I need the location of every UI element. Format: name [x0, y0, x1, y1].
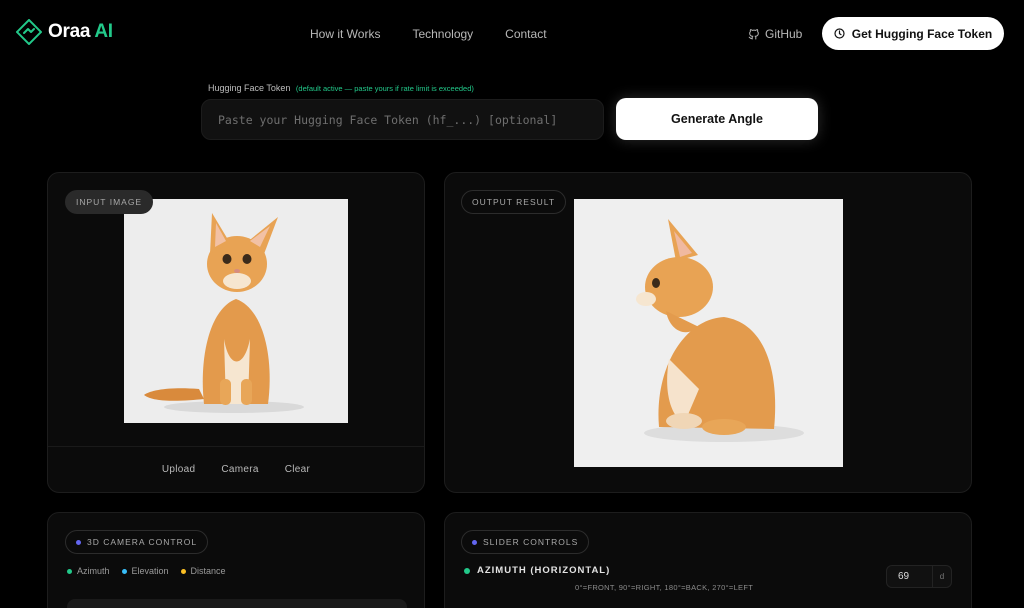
diamond-logo-icon: [16, 19, 42, 45]
output-result-panel: OUTPUT RESULT: [444, 172, 972, 493]
camera-control-badge: 3D CAMERA CONTROL: [65, 530, 209, 554]
token-input[interactable]: [201, 99, 604, 140]
input-image-badge: INPUT IMAGE: [65, 190, 154, 214]
top-navbar: Oraa AI How it Works Technology Contact …: [0, 0, 1024, 66]
input-image-actions: Upload Camera Clear: [48, 446, 424, 492]
slider-controls-badge: SLIDER CONTROLS: [461, 530, 590, 554]
clear-button[interactable]: Clear: [285, 464, 310, 475]
azimuth-value[interactable]: 69: [887, 571, 932, 582]
camera-control-panel: 3D CAMERA CONTROL Azimuth Elevation Dist…: [47, 512, 425, 608]
camera-3d-viewport[interactable]: [67, 599, 407, 608]
legend-elevation-label: Elevation: [131, 566, 169, 576]
input-image-panel: INPUT IMAGE Upload Camera Clear: [47, 172, 425, 493]
azimuth-slider-title: AZIMUTH (HORIZONTAL): [464, 565, 610, 576]
get-token-button[interactable]: Get Hugging Face Token: [822, 17, 1004, 50]
azimuth-title-text: AZIMUTH (HORIZONTAL): [477, 565, 611, 576]
azimuth-unit: d: [932, 566, 951, 587]
nav-link-how-it-works[interactable]: How it Works: [310, 27, 380, 41]
badge-dot-icon: [472, 539, 477, 545]
brand-logo[interactable]: Oraa AI: [16, 19, 113, 45]
legend-distance-label: Distance: [190, 566, 226, 576]
nav-link-technology[interactable]: Technology: [412, 27, 473, 41]
slider-controls-badge-label: SLIDER CONTROLS: [483, 537, 579, 547]
distance-dot-icon: [180, 568, 186, 574]
camera-button[interactable]: Camera: [221, 464, 258, 475]
camera-legend: Azimuth Elevation Distance: [67, 566, 226, 576]
badge-dot-icon: [76, 539, 81, 545]
elevation-dot-icon: [121, 568, 127, 574]
get-token-label: Get Hugging Face Token: [851, 26, 993, 41]
input-image-badge-label: INPUT IMAGE: [76, 197, 143, 207]
clock-icon: [834, 28, 845, 39]
legend-azimuth: Azimuth: [67, 566, 110, 576]
azimuth-dot-icon: [67, 568, 72, 574]
legend-azimuth-label: Azimuth: [77, 566, 110, 576]
github-icon: [748, 29, 759, 40]
main-nav: How it Works Technology Contact: [310, 27, 547, 41]
token-hint: (default active — paste yours if rate li…: [295, 84, 474, 93]
legend-distance: Distance: [180, 566, 226, 576]
github-link[interactable]: GitHub: [748, 27, 802, 41]
upload-button[interactable]: Upload: [162, 464, 196, 475]
output-image: [574, 199, 843, 467]
github-label: GitHub: [765, 27, 803, 41]
azimuth-description: 0°=FRONT, 90°=RIGHT, 180°=BACK, 270°=LEF…: [575, 583, 754, 592]
generate-angle-button[interactable]: Generate Angle: [616, 98, 818, 140]
camera-control-badge-label: 3D CAMERA CONTROL: [87, 537, 198, 547]
input-image: [124, 199, 348, 423]
output-result-badge-label: OUTPUT RESULT: [472, 197, 556, 207]
azimuth-dot-icon: [464, 567, 470, 574]
token-label-text: Hugging Face Token: [208, 83, 291, 93]
slider-controls-panel: SLIDER CONTROLS AZIMUTH (HORIZONTAL) 0°=…: [444, 512, 972, 608]
token-field-label: Hugging Face Token (default active — pas…: [208, 83, 474, 93]
legend-elevation: Elevation: [121, 566, 169, 576]
nav-link-contact[interactable]: Contact: [505, 27, 546, 41]
brand-name: Oraa AI: [48, 21, 113, 42]
output-result-badge: OUTPUT RESULT: [461, 190, 567, 214]
azimuth-value-field[interactable]: 69 d: [886, 565, 952, 588]
